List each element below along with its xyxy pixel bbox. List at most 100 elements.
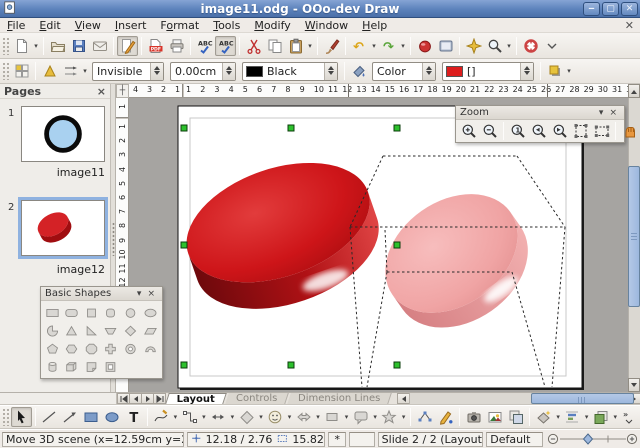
selection-handle[interactable]	[288, 362, 294, 368]
selection-handle[interactable]	[181, 242, 187, 248]
basic-shapes-dropdown-caret[interactable]: ▾	[257, 413, 265, 421]
styles-button[interactable]	[11, 61, 32, 81]
shape-ellipse-button[interactable]	[141, 304, 159, 321]
undo-dropdown-caret[interactable]: ▾	[370, 42, 378, 50]
status-position-size[interactable]: 12.18 / 2.76 15.82 x 17.7	[187, 432, 326, 447]
line-width-input[interactable]: 0.00cm	[170, 62, 236, 81]
fill-button[interactable]	[348, 61, 369, 81]
page-thumbnail-1[interactable]: 1 image11	[0, 106, 111, 182]
menu-tools[interactable]: Tools	[206, 18, 247, 33]
gallery-button[interactable]	[435, 36, 456, 56]
save-document-button[interactable]	[68, 36, 89, 56]
auto-spellcheck-button[interactable]: ABC	[215, 36, 236, 56]
zoom-next-button[interactable]	[549, 121, 570, 141]
basic-shapes-titlebar[interactable]: Basic Shapes ▾ ×	[41, 287, 162, 301]
scroll-up-button[interactable]	[628, 84, 640, 98]
shape-rectangle-button[interactable]	[43, 304, 61, 321]
symbol-shapes-button[interactable]	[265, 407, 286, 427]
zoom-toolbar-close-icon[interactable]: ×	[606, 108, 620, 118]
connector-button[interactable]	[179, 407, 200, 427]
new-document-dropdown-caret[interactable]: ▾	[32, 42, 40, 50]
paste-button[interactable]	[285, 36, 306, 56]
print-button[interactable]	[166, 36, 187, 56]
hyperlink-button[interactable]	[414, 36, 435, 56]
flowcharts-dropdown-caret[interactable]: ▾	[343, 413, 351, 421]
arrange-button[interactable]	[590, 407, 611, 427]
lines-and-arrows-button[interactable]	[208, 407, 229, 427]
block-arrows-dropdown-caret[interactable]: ▾	[314, 413, 322, 421]
line-style-spin[interactable]	[150, 63, 163, 80]
horizontal-scrollbar[interactable]	[409, 393, 628, 404]
selection-handle[interactable]	[288, 125, 294, 131]
shape-cylinder-button[interactable]	[43, 358, 61, 375]
select-button[interactable]	[11, 407, 32, 427]
vertical-scrollbar-thumb[interactable]	[628, 166, 640, 307]
pages-panel-close-icon[interactable]: ×	[97, 85, 106, 98]
menu-view[interactable]: View	[68, 18, 108, 33]
slide-indicator[interactable]: Slide 2 / 2 (Layout)	[378, 432, 484, 447]
page-2-preview[interactable]	[21, 200, 105, 256]
gallery-insert-button[interactable]	[484, 407, 505, 427]
menu-help[interactable]: Help	[355, 18, 394, 33]
arrange-dropdown-caret[interactable]: ▾	[611, 413, 619, 421]
shape-diamond-button[interactable]	[122, 322, 140, 339]
close-document-icon[interactable]: ✕	[625, 19, 634, 32]
line-color-spin[interactable]	[324, 63, 337, 80]
glue-points-button[interactable]	[435, 407, 456, 427]
horizontal-ruler[interactable]: 4321123456789101112131415161718192021222…	[129, 84, 628, 98]
menu-modify[interactable]: Modify	[247, 18, 297, 33]
paste-dropdown-caret[interactable]: ▾	[306, 42, 314, 50]
toolbar-options-caret[interactable]: ▾	[565, 67, 573, 75]
object-zoom-button[interactable]	[619, 121, 640, 141]
line-color-select[interactable]: Black	[242, 62, 338, 81]
extrusion-button[interactable]	[533, 407, 554, 427]
horizontal-scrollbar-thumb[interactable]	[531, 393, 634, 404]
tab-controls[interactable]: Controls	[225, 393, 289, 404]
shape-isosceles-triangle-button[interactable]	[63, 322, 81, 339]
toolbar-grip[interactable]	[2, 62, 9, 80]
shape-circle-button[interactable]	[122, 304, 140, 321]
toolbar-menu-icon[interactable]: ▾	[134, 289, 145, 299]
text-button[interactable]: T	[123, 407, 144, 427]
shape-rounded-square-button[interactable]	[102, 304, 120, 321]
selection-handle[interactable]	[394, 242, 400, 248]
shape-rounded-rectangle-button[interactable]	[63, 304, 81, 321]
callouts-dropdown-caret[interactable]: ▾	[371, 413, 379, 421]
menu-format[interactable]: Format	[153, 18, 206, 33]
page-style-indicator[interactable]: Default	[486, 432, 543, 447]
toolbar-grip[interactable]	[2, 37, 9, 55]
email-document-button[interactable]	[89, 36, 110, 56]
menu-edit[interactable]: Edit	[32, 18, 67, 33]
fill-color-spin[interactable]	[520, 63, 533, 80]
selection-handle[interactable]	[394, 362, 400, 368]
lines-and-arrows-dropdown-caret[interactable]: ▾	[229, 413, 237, 421]
redo-button[interactable]: ↷	[378, 36, 399, 56]
alignment-dropdown-caret[interactable]: ▾	[583, 413, 591, 421]
block-arrows-button[interactable]	[293, 407, 314, 427]
ellipse-button[interactable]	[102, 407, 123, 427]
maximize-button[interactable]: ▢	[602, 2, 619, 16]
zoom-dropdown-caret[interactable]: ▾	[505, 42, 513, 50]
flowcharts-button[interactable]	[322, 407, 343, 427]
curve-dropdown-caret[interactable]: ▾	[172, 413, 180, 421]
toolbar-menu-icon[interactable]: ▾	[596, 108, 607, 118]
page-width-button[interactable]	[591, 121, 612, 141]
basic-shapes-button[interactable]	[236, 407, 257, 427]
shape-folded-corner-button[interactable]	[82, 358, 100, 375]
arrow-style-button[interactable]	[60, 61, 81, 81]
selection-handle[interactable]	[181, 362, 187, 368]
rectangle-button[interactable]	[81, 407, 102, 427]
edit-file-button[interactable]	[117, 36, 138, 56]
shape-cross-button[interactable]	[102, 340, 120, 357]
arrow-style-caret[interactable]: ▾	[81, 67, 89, 75]
shape-trapezoid-button[interactable]	[102, 322, 120, 339]
shape-right-triangle-button[interactable]	[82, 322, 100, 339]
shape-frame-button[interactable]	[102, 358, 120, 375]
insert-picture-button[interactable]	[463, 407, 484, 427]
position-and-size-button[interactable]	[505, 407, 526, 427]
connector-dropdown-caret[interactable]: ▾	[200, 413, 208, 421]
undo-button[interactable]: ↶	[349, 36, 370, 56]
new-document-button[interactable]	[11, 36, 32, 56]
more-tools-button[interactable]: »	[619, 407, 640, 427]
title-bar[interactable]: image11.odg - OOo-dev Draw ‒ ▢ ✕	[0, 0, 640, 18]
